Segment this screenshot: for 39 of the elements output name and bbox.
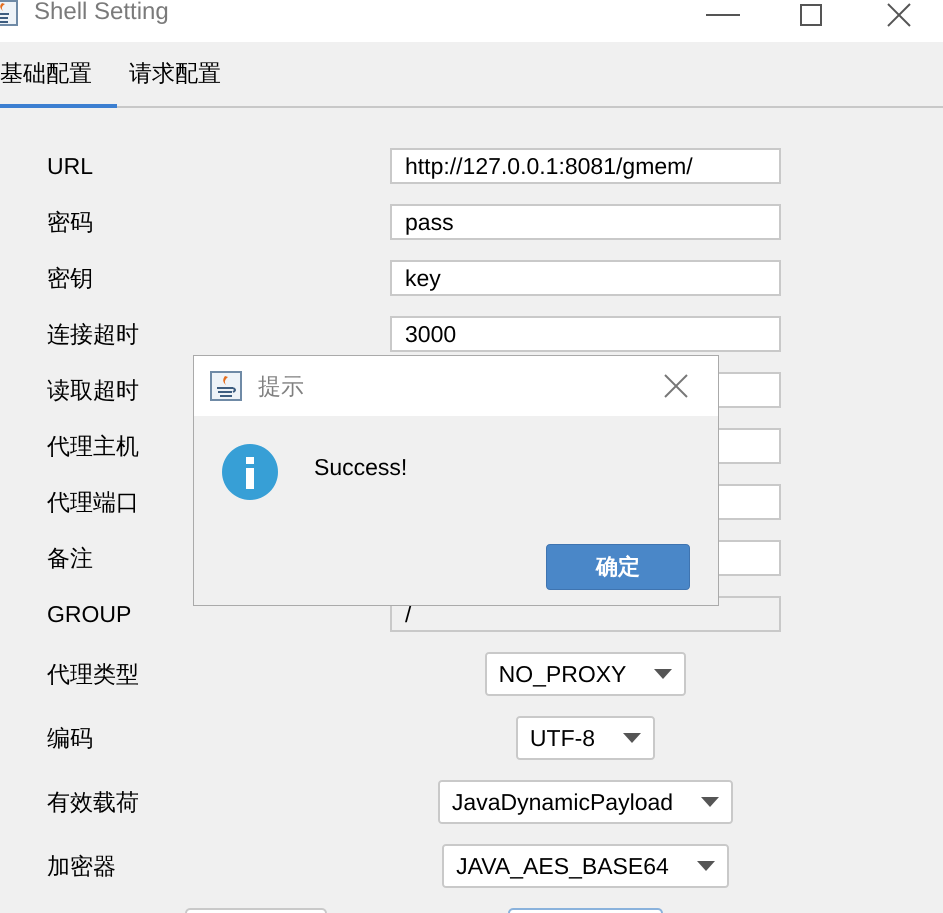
input-field[interactable]: pass [390, 204, 781, 240]
close-icon [887, 3, 911, 27]
tab[interactable]: 基础配置 [0, 42, 117, 108]
field-label: 编码 [47, 724, 93, 752]
ok-button[interactable]: 确定 [546, 544, 690, 590]
dropdown[interactable]: UTF-8 [516, 716, 656, 760]
input-field[interactable]: 3000 [390, 316, 781, 352]
dropdown[interactable]: JAVA_AES_BASE64 [442, 844, 729, 888]
app-icon [210, 371, 242, 401]
field-label: 代理类型 [47, 660, 139, 688]
caret-icon [623, 733, 642, 743]
close-icon [664, 374, 688, 398]
maximize-icon [800, 4, 822, 26]
field-label: 密码 [47, 208, 93, 236]
field-label: 读取超时 [47, 376, 139, 404]
minimize-icon [706, 14, 740, 16]
field-label: 密钥 [47, 264, 93, 292]
field-label: 连接超时 [47, 320, 139, 348]
info-icon [222, 444, 278, 500]
field-label: 加密器 [47, 852, 116, 880]
field-label: 有效载荷 [47, 788, 139, 816]
dialog-message: Success! [314, 454, 408, 482]
window-title: Shell Setting [34, 0, 169, 26]
field-label: 代理主机 [47, 432, 139, 460]
caret-icon [701, 797, 720, 807]
app-icon [0, 0, 18, 26]
dropdown[interactable]: NO_PROXY [484, 652, 686, 696]
field-label: GROUP [47, 600, 132, 628]
field-label: URL [47, 152, 94, 180]
caret-icon [696, 861, 715, 871]
input-field[interactable]: key [390, 260, 781, 296]
field-label: 备注 [47, 544, 93, 572]
close-button[interactable] [664, 374, 688, 398]
field-label: 代理端口 [47, 488, 139, 516]
dropdown[interactable]: JavaDynamicPayload [438, 780, 734, 824]
dialog-title: 提示 [258, 372, 304, 400]
tab[interactable]: 请求配置 [117, 42, 257, 108]
input-field[interactable]: http://127.0.0.1:8081/gmem/ [390, 148, 781, 184]
caret-icon [654, 669, 672, 679]
